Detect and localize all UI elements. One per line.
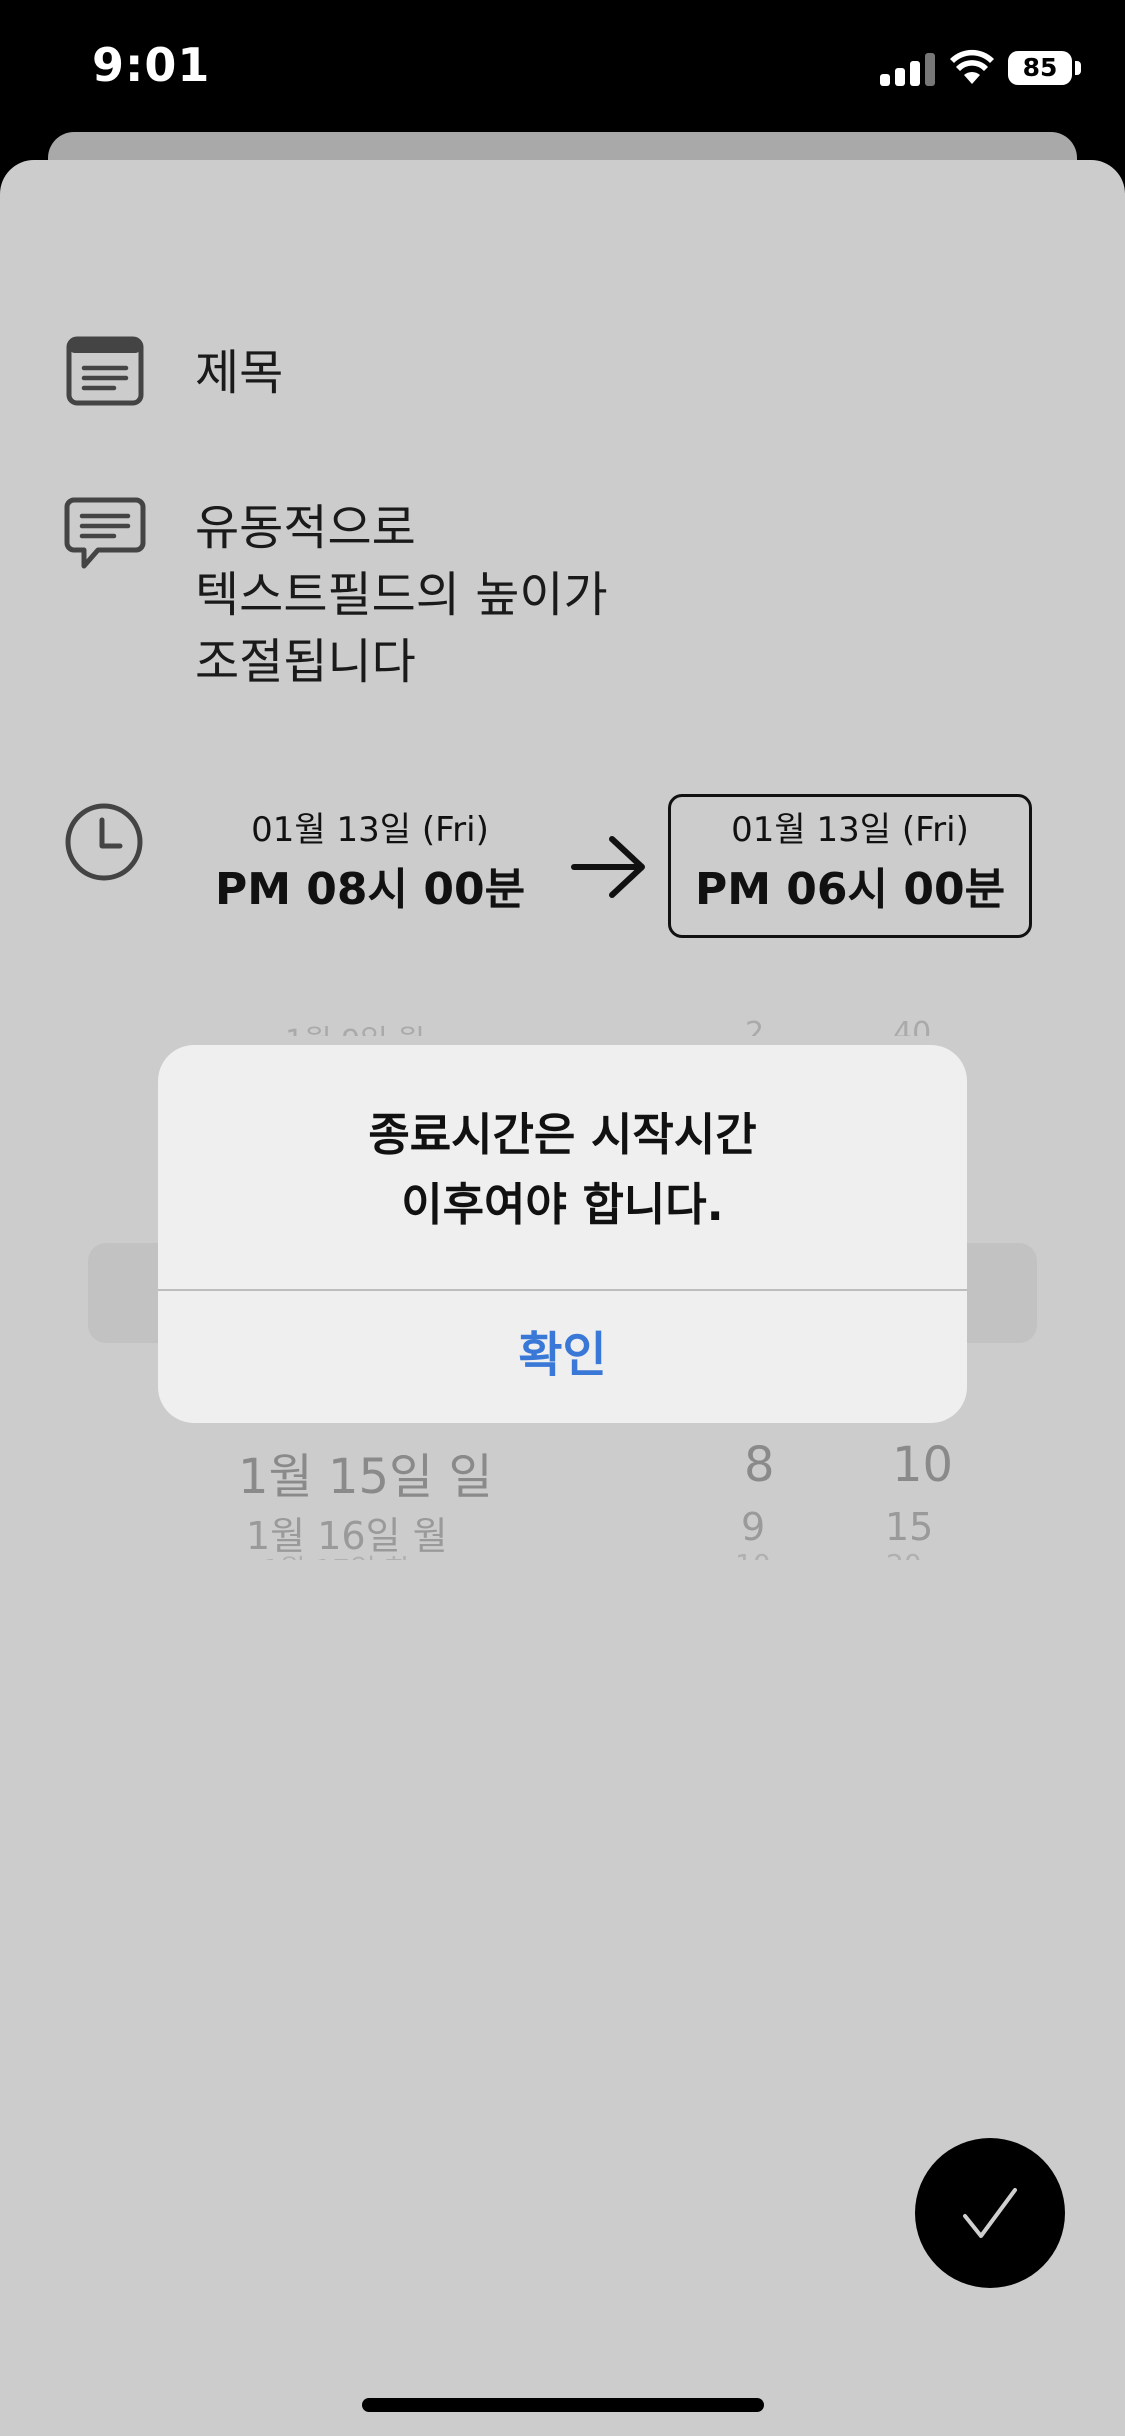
battery-icon: 85 [1008, 51, 1072, 85]
end-time: PM 06시 00분 [694, 864, 1006, 915]
start-time: PM 08시 00분 [214, 864, 526, 915]
checkmark-icon [963, 2188, 1017, 2238]
arrow-right-icon [571, 836, 645, 898]
clock-icon [65, 803, 143, 881]
status-time: 9:01 [92, 38, 211, 92]
status-bar: 9:01 85 [0, 0, 1125, 140]
memo-line: 유동적으로 [195, 500, 416, 556]
start-time-button[interactable]: 01월 13일 (Fri) PM 08시 00분 [190, 808, 550, 920]
wheel-hour: 9 [741, 1505, 766, 1549]
wheel-minute: 20 [886, 1548, 922, 1560]
title-field[interactable]: 제목 [195, 333, 283, 403]
memo-field[interactable]: 유동적으로 텍스트필드의 높이가 조절됩니다 [195, 495, 608, 696]
end-time-button[interactable]: 01월 13일 (Fri) PM 06시 00분 [668, 794, 1032, 938]
wheel-row[interactable]: 1월 9일 월 2 40 [0, 1016, 1125, 1036]
alert-dialog: 종료시간은 시작시간 이후여야 합니다. 확인 [158, 1045, 967, 1423]
wheel-minute: 10 [892, 1437, 954, 1493]
home-indicator[interactable] [362, 2398, 764, 2412]
wifi-icon [950, 49, 994, 84]
cellular-signal-icon [880, 52, 936, 86]
screen: 9:01 85 제목 유동적으로 텍스트필드의 높이가 조절됩니다 01월 13… [0, 0, 1125, 2436]
wheel-day: 1월 9일 월 [285, 1016, 425, 1036]
memo-line: 조절됩니다 [195, 634, 416, 690]
memo-icon [64, 497, 146, 569]
wheel-hour: 10 [735, 1548, 771, 1560]
battery-cap [1075, 61, 1081, 75]
wheel-day: 1월 17일 화 [262, 1548, 411, 1560]
confirm-button[interactable]: 확인 [158, 1291, 967, 1423]
wheel-day: 1월 15일 일 [238, 1449, 493, 1505]
end-time-content: 01월 13일 (Fri) PM 06시 00분 [671, 808, 1029, 920]
end-date: 01월 13일 (Fri) [731, 810, 969, 850]
alert-message-line: 이후여야 합니다. [401, 1178, 724, 1231]
save-fab-button[interactable] [915, 2138, 1065, 2288]
wheel-row[interactable]: 1월 17일 화 10 20 [0, 1548, 1125, 1560]
alert-message-line: 종료시간은 시작시간 [368, 1108, 757, 1161]
wheel-hour: 2 [745, 1016, 765, 1036]
memo-line: 텍스트필드의 높이가 [195, 567, 608, 623]
wheel-minute: 15 [885, 1505, 934, 1549]
alert-message: 종료시간은 시작시간 이후여야 합니다. [158, 1100, 967, 1240]
title-icon [66, 336, 144, 406]
start-date: 01월 13일 (Fri) [251, 810, 489, 850]
wheel-minute: 40 [893, 1016, 932, 1036]
wheel-hour: 8 [744, 1437, 775, 1493]
